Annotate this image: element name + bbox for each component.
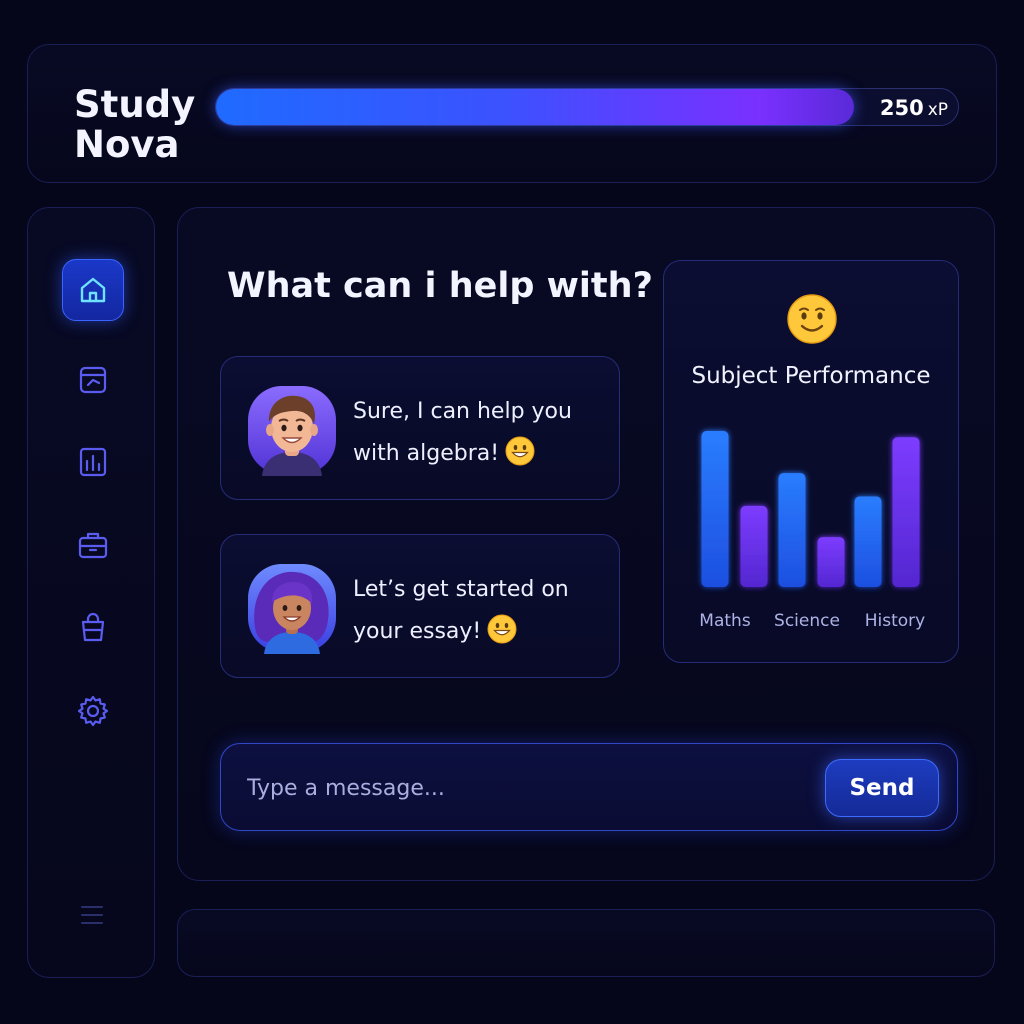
main-panel: What can i help with? Sure, I can help y… (177, 207, 995, 881)
bag-icon (81, 612, 105, 642)
chart-icon (79, 447, 107, 477)
chart-title: Subject Performance (691, 363, 931, 389)
chart-bar (701, 431, 729, 587)
xp-unit: xP (927, 100, 948, 120)
sidebar-item-stats[interactable] (62, 431, 124, 493)
sidebar-item-notebook[interactable] (62, 349, 124, 411)
subject-performance-chart: Maths Science History (699, 431, 925, 631)
xp-readout: 250 xP (880, 96, 948, 120)
message-composer: Send (220, 743, 958, 831)
chart-bar (778, 473, 806, 587)
notebook-icon (79, 366, 107, 394)
sidebar-item-briefcase[interactable] (62, 514, 124, 576)
gear-icon (77, 695, 109, 727)
home-icon (80, 277, 106, 303)
xp-progress-bar: 250 xP (215, 88, 959, 126)
sidebar-item-home[interactable] (62, 259, 124, 321)
chart-bar (740, 505, 768, 587)
app-title-line-2: Nova (74, 123, 180, 166)
briefcase-icon (78, 532, 108, 559)
xp-value: 250 (879, 96, 924, 120)
smiling-emoji (787, 294, 837, 344)
menu-icon[interactable] (79, 902, 105, 928)
chat-message: Let’s get started on your essay! (220, 534, 620, 678)
message-input[interactable] (247, 768, 787, 808)
xp-progress-fill (216, 89, 855, 125)
performance-card: Subject Performance Maths Science History (663, 260, 959, 663)
girl-avatar (248, 564, 336, 654)
chart-bar (817, 537, 845, 587)
bottom-bar (177, 909, 995, 977)
chat-message: Sure, I can help you with algebra! (220, 356, 620, 500)
send-button[interactable]: Send (825, 759, 939, 817)
chart-tick-label: Maths (699, 611, 751, 631)
chart-bar (854, 496, 882, 587)
sidebar (27, 207, 155, 978)
app-title: Study Nova (74, 85, 204, 165)
chart-tick-label: History (865, 611, 925, 631)
chart-tick-label: Science (774, 611, 840, 631)
page-title: What can i help with? (227, 266, 653, 306)
app-title-line-1: Study (74, 83, 196, 126)
grinning-emoji (505, 436, 535, 466)
chat-message-text: Let’s get started on your essay! (353, 569, 603, 653)
grinning-emoji (487, 614, 517, 644)
chat-message-body: Let’s get started on your essay! (353, 577, 569, 644)
chat-message-body: Sure, I can help you with algebra! (353, 399, 572, 466)
chat-message-text: Sure, I can help you with algebra! (353, 391, 603, 475)
sidebar-item-shop[interactable] (62, 596, 124, 658)
boy-avatar (248, 386, 336, 476)
header-panel: Study Nova 250 xP (27, 44, 997, 183)
chart-bar (892, 437, 920, 587)
sidebar-item-settings[interactable] (62, 680, 124, 742)
